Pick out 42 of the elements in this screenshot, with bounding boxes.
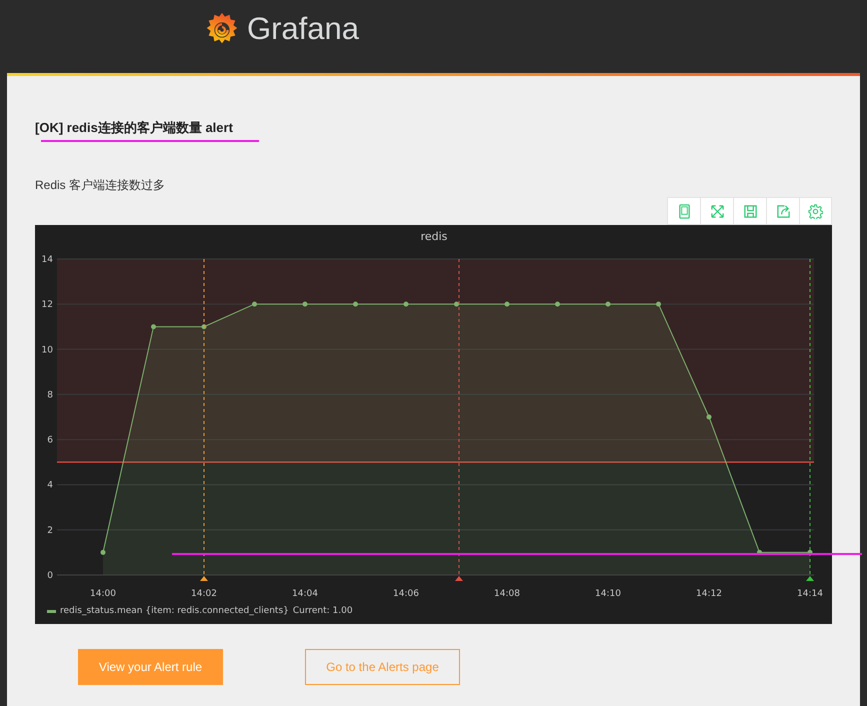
data-point xyxy=(100,550,106,555)
y-axis-label: 0 xyxy=(47,571,53,581)
tablet-icon[interactable] xyxy=(667,197,700,225)
data-point xyxy=(404,302,408,307)
alert-description: Redis 客户端连接数过多 xyxy=(35,177,166,194)
data-point xyxy=(606,302,610,307)
legend-current: Current: 1.00 xyxy=(292,606,353,616)
data-point xyxy=(454,302,459,307)
y-axis-label: 12 xyxy=(42,300,53,310)
y-axis-label: 4 xyxy=(47,480,53,491)
share-icon[interactable] xyxy=(766,197,799,225)
save-icon[interactable] xyxy=(733,197,766,225)
settings-icon[interactable] xyxy=(799,197,832,225)
data-point xyxy=(252,302,257,307)
y-axis-label: 6 xyxy=(47,436,53,446)
y-axis-label: 14 xyxy=(42,255,53,265)
chart-title: redis xyxy=(420,230,448,243)
x-axis-label: 14:08 xyxy=(494,589,520,599)
data-point xyxy=(151,324,156,330)
view-rule-button[interactable]: View your Alert rule xyxy=(78,649,223,685)
data-point xyxy=(656,302,661,307)
x-axis-label: 14:14 xyxy=(797,589,823,599)
alerts-page-button[interactable]: Go to the Alerts page xyxy=(305,649,460,685)
legend-label[interactable]: redis_status.mean {item: redis.connected_clients} xyxy=(60,606,289,616)
logo-text: Grafana xyxy=(247,11,360,47)
y-axis-label: 8 xyxy=(47,390,53,400)
x-axis-label: 14:10 xyxy=(595,589,621,599)
data-point xyxy=(706,414,712,420)
y-axis-label: 10 xyxy=(42,345,53,356)
data-point xyxy=(302,302,308,307)
alert-title: [OK] redis连接的客户端数量 alert xyxy=(35,119,234,137)
x-axis-label: 14:00 xyxy=(90,589,116,599)
x-axis-label: 14:06 xyxy=(393,589,419,599)
expand-icon[interactable] xyxy=(700,197,733,225)
data-point xyxy=(555,302,560,307)
data-point xyxy=(504,302,510,307)
x-axis-label: 14:12 xyxy=(696,589,722,599)
data-point xyxy=(202,324,206,330)
data-point xyxy=(353,302,358,307)
x-axis-label: 14:04 xyxy=(292,589,318,599)
x-axis-label: 14:02 xyxy=(191,589,217,599)
y-axis-label: 2 xyxy=(47,526,53,536)
